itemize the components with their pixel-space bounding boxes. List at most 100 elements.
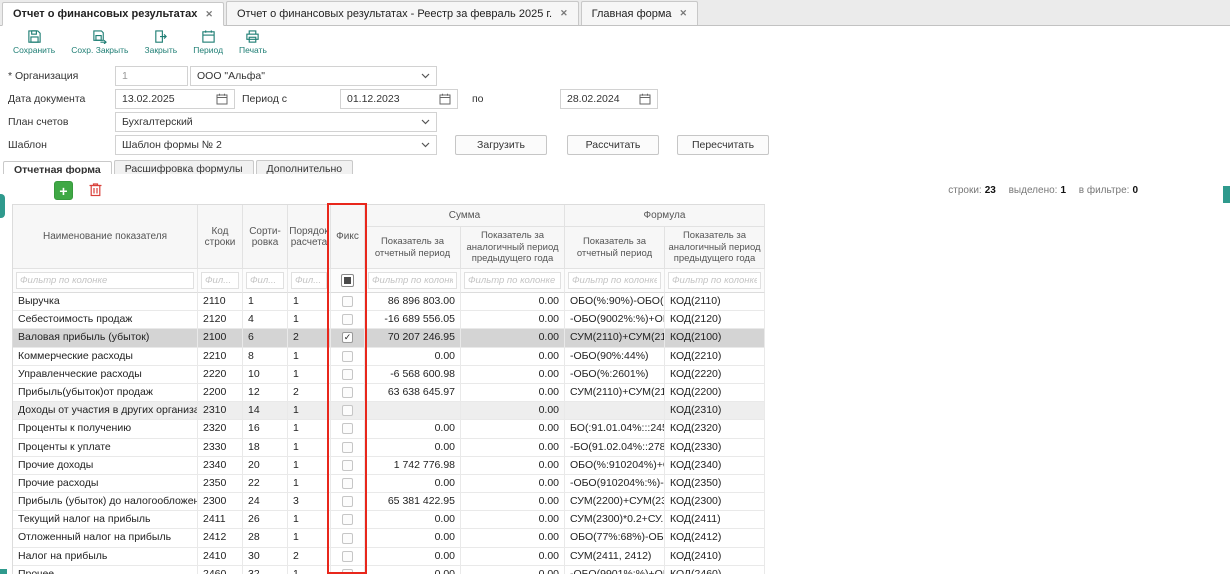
table-row[interactable]: Валовая прибыль (убыток) 2100 6 2 ✓ 70 2… [13, 329, 765, 347]
group-formula: Формула Показатель за отчетный период По… [565, 205, 765, 269]
filter-input-sum-current[interactable] [368, 272, 457, 289]
report-panel: + строки:23 выделено:1 в фильтре:0 Наиме… [0, 174, 1230, 574]
table-row[interactable]: Проценты к уплате 2330 18 1 0.00 0.00 -Б… [13, 439, 765, 457]
cell-indicator-name: Прибыль (убыток) до налогообложения [13, 493, 198, 511]
cell-sum-current: 63 638 645.97 [365, 384, 461, 402]
table-row[interactable]: Выручка 2110 1 1 86 896 803.00 0.00 ОБО(… [13, 293, 765, 311]
fix-checkbox[interactable] [342, 514, 353, 525]
checkbox-indeterminate-mark [344, 277, 351, 284]
fix-checkbox[interactable] [342, 460, 353, 471]
col-header-formula-current[interactable]: Показатель за отчетный период [565, 227, 665, 269]
fix-checkbox[interactable] [342, 551, 353, 562]
table-row[interactable]: Отложенный налог на прибыль 2412 28 1 0.… [13, 529, 765, 547]
fix-checkbox[interactable] [342, 423, 353, 434]
filter-fix-checkbox[interactable] [341, 274, 354, 287]
add-row-button[interactable]: + [54, 181, 73, 200]
period-from-field[interactable]: 01.12.2023 [340, 89, 458, 109]
table-row[interactable]: Проценты к получению 2320 16 1 0.00 0.00… [13, 420, 765, 438]
table-row[interactable]: Коммерческие расходы 2210 8 1 0.00 0.00 … [13, 348, 765, 366]
doc-date-field[interactable]: 13.02.2025 [115, 89, 235, 109]
close-button[interactable]: Закрыть [139, 28, 182, 56]
table-row[interactable]: Прочие расходы 2350 22 1 0.00 0.00 -ОБО(… [13, 475, 765, 493]
load-button[interactable]: Загрузить [455, 135, 547, 155]
fix-checkbox[interactable] [342, 405, 353, 416]
cell-indicator-name: Прочие доходы [13, 457, 198, 475]
cell-formula-previous: КОД(2412) [665, 529, 765, 547]
filter-input-sort[interactable] [246, 272, 284, 289]
table-row[interactable]: Прибыль (убыток) до налогообложения 2300… [13, 493, 765, 511]
table-row[interactable]: Прочее 2460 32 1 0.00 0.00 -ОБО(9901%:%)… [13, 566, 765, 574]
col-header-sort[interactable]: Сорти- ровка [243, 205, 288, 269]
period-to-field[interactable]: 28.02.2024 [560, 89, 658, 109]
tab-main-form[interactable]: Главная форма ✕ [581, 1, 698, 25]
save-close-button[interactable]: Сохр. Закрыть [66, 28, 133, 56]
table-row[interactable]: Текущий налог на прибыль 2411 26 1 0.00 … [13, 511, 765, 529]
close-tab-icon[interactable]: ✕ [560, 8, 568, 19]
col-header-fix[interactable]: Фикс [331, 205, 365, 269]
col-header-name[interactable]: Наименование показателя [13, 205, 198, 269]
table-row[interactable]: Налог на прибыль 2410 30 2 0.00 0.00 СУМ… [13, 548, 765, 566]
fix-checkbox[interactable] [342, 496, 353, 507]
recalculate-button[interactable]: Пересчитать [677, 135, 769, 155]
table-row[interactable]: Управленческие расходы 2220 10 1 -6 568 … [13, 366, 765, 384]
col-header-sum-current[interactable]: Показатель за отчетный период [365, 227, 461, 269]
panel-right-accent[interactable] [1223, 186, 1230, 203]
fix-checkbox[interactable] [342, 533, 353, 544]
chart-select[interactable]: Бухгалтерский [115, 112, 437, 132]
cell-fix [331, 311, 365, 329]
cell-indicator-name: Себестоимость продаж [13, 311, 198, 329]
fix-checkbox[interactable] [342, 296, 353, 307]
org-code-field[interactable]: 1 [115, 66, 188, 86]
fix-checkbox[interactable] [342, 351, 353, 362]
fix-checkbox[interactable]: ✓ [342, 332, 353, 343]
col-header-formula-previous[interactable]: Показатель за аналогичный период предыду… [665, 227, 765, 269]
save-button[interactable]: Сохранить [8, 28, 60, 56]
filter-input-name[interactable] [16, 272, 194, 289]
filter-input-formula-current[interactable] [568, 272, 661, 289]
cell-sum-current: 0.00 [365, 439, 461, 457]
template-select[interactable]: Шаблон формы № 2 [115, 135, 437, 155]
org-label: * Организация [0, 70, 115, 82]
cell-row-code: 2200 [198, 384, 243, 402]
panel-collapse-handle[interactable] [0, 194, 5, 218]
table-row[interactable]: Себестоимость продаж 2120 4 1 -16 689 55… [13, 311, 765, 329]
cell-formula-current: СУМ(2110)+СУМ(21... [565, 384, 665, 402]
org-select[interactable]: ООО "Альфа" [190, 66, 437, 86]
table-stats: строки:23 выделено:1 в фильтре:0 [948, 185, 1138, 196]
calendar-icon[interactable] [439, 93, 451, 105]
fix-checkbox[interactable] [342, 569, 353, 574]
table-row[interactable]: Доходы от участия в других организаци...… [13, 402, 765, 420]
save-icon [27, 29, 42, 44]
period-button[interactable]: Период [188, 28, 228, 56]
cell-sum-current: 70 207 246.95 [365, 329, 461, 347]
delete-row-button[interactable] [86, 181, 105, 200]
table-row[interactable]: Прибыль(убыток)от продаж 2200 12 2 63 63… [13, 384, 765, 402]
table-body: Выручка 2110 1 1 86 896 803.00 0.00 ОБО(… [13, 293, 765, 574]
close-tab-icon[interactable]: ✕ [205, 9, 213, 20]
calendar-icon[interactable] [639, 93, 651, 105]
cell-formula-previous: КОД(2110) [665, 293, 765, 311]
close-tab-icon[interactable]: ✕ [680, 8, 688, 19]
calendar-icon[interactable] [216, 93, 228, 105]
filter-input-code[interactable] [201, 272, 239, 289]
fix-checkbox[interactable] [342, 442, 353, 453]
col-header-order[interactable]: Порядок расчета [288, 205, 331, 269]
calculate-button[interactable]: Рассчитать [567, 135, 659, 155]
col-header-code[interactable]: Код строки [198, 205, 243, 269]
table-row[interactable]: Прочие доходы 2340 20 1 1 742 776.98 0.0… [13, 457, 765, 475]
col-header-sum-previous[interactable]: Показатель за аналогичный период предыду… [461, 227, 565, 269]
print-button[interactable]: Печать [234, 28, 272, 56]
filter-input-sum-previous[interactable] [464, 272, 561, 289]
filter-input-order[interactable] [291, 272, 327, 289]
filter-input-formula-previous[interactable] [668, 272, 761, 289]
cell-sum-current: 86 896 803.00 [365, 293, 461, 311]
fix-checkbox[interactable] [342, 314, 353, 325]
tab-report[interactable]: Отчет о финансовых результатах ✕ [2, 2, 224, 26]
tab-registry[interactable]: Отчет о финансовых результатах - Реестр … [226, 1, 579, 25]
cell-sum-previous: 0.00 [461, 475, 565, 493]
group-header-sum: Сумма [365, 205, 565, 227]
fix-checkbox[interactable] [342, 387, 353, 398]
cell-fix [331, 420, 365, 438]
fix-checkbox[interactable] [342, 478, 353, 489]
fix-checkbox[interactable] [342, 369, 353, 380]
